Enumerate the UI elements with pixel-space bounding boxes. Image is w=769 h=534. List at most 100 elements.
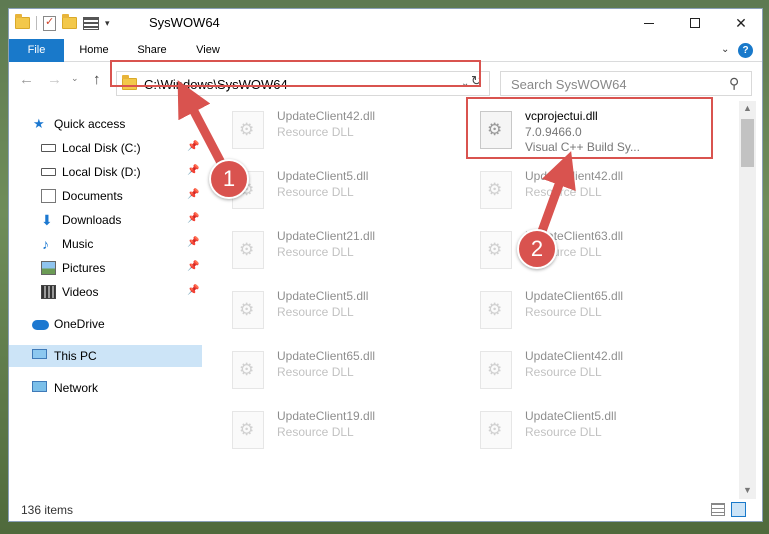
file-type: Resource DLL bbox=[277, 185, 354, 199]
sidebar-item-local-disk-d[interactable]: Local Disk (D:) 📌 bbox=[9, 161, 202, 183]
scroll-up-icon[interactable]: ▲ bbox=[743, 103, 752, 113]
file-item[interactable]: UpdateClient21.dll Resource DLL bbox=[214, 223, 454, 275]
drive-icon bbox=[41, 168, 56, 176]
search-placeholder[interactable]: Search SysWOW64 bbox=[511, 77, 627, 92]
quick-access-toolbar: ▾ bbox=[15, 14, 110, 32]
large-icons-view-icon[interactable] bbox=[731, 502, 746, 517]
pin-icon[interactable]: 📌 bbox=[187, 237, 199, 248]
tab-home[interactable]: Home bbox=[74, 39, 114, 62]
file-highlight-box bbox=[466, 97, 713, 159]
tab-share[interactable]: Share bbox=[131, 39, 173, 62]
file-type: Resource DLL bbox=[277, 125, 354, 139]
sidebar-item-label: Network bbox=[54, 381, 99, 395]
sidebar-item-this-pc[interactable]: This PC bbox=[9, 345, 202, 367]
cloud-icon bbox=[32, 320, 49, 330]
file-type: Resource DLL bbox=[525, 185, 602, 199]
sidebar-item-label: Local Disk (C:) bbox=[62, 141, 141, 155]
close-button[interactable]: ✕ bbox=[718, 9, 762, 37]
file-type: Resource DLL bbox=[525, 305, 602, 319]
forward-arrow-icon[interactable]: → bbox=[47, 71, 62, 88]
sidebar-item-downloads[interactable]: ⬇ Downloads 📌 bbox=[9, 209, 202, 231]
sidebar-item-documents[interactable]: Documents 📌 bbox=[9, 185, 202, 207]
star-icon: ★ bbox=[33, 116, 45, 131]
search-icon[interactable]: ⚲ bbox=[729, 75, 739, 92]
dll-file-icon bbox=[232, 231, 264, 269]
dll-file-icon bbox=[232, 291, 264, 329]
file-item[interactable]: UpdateClient5.dll Resource DLL bbox=[214, 163, 454, 215]
new-folder-icon[interactable] bbox=[62, 14, 77, 29]
tab-file[interactable]: File bbox=[9, 39, 64, 62]
dll-file-icon bbox=[232, 111, 264, 149]
pin-icon[interactable]: 📌 bbox=[187, 165, 199, 176]
pin-icon[interactable]: 📌 bbox=[187, 261, 199, 272]
file-type: Resource DLL bbox=[525, 425, 602, 439]
dll-file-icon bbox=[480, 231, 512, 269]
scroll-down-icon[interactable]: ▼ bbox=[743, 485, 752, 495]
pin-icon[interactable]: 📌 bbox=[187, 141, 199, 152]
file-name: UpdateClient5.dll bbox=[277, 289, 369, 303]
documents-icon bbox=[41, 189, 56, 203]
minimize-button[interactable] bbox=[626, 9, 672, 37]
maximize-button[interactable] bbox=[672, 9, 718, 37]
maximize-icon bbox=[690, 18, 700, 28]
help-icon[interactable]: ? bbox=[738, 43, 753, 58]
file-item[interactable]: UpdateClient42.dll Resource DLL bbox=[462, 163, 702, 215]
sidebar-item-local-disk-c[interactable]: Local Disk (C:) 📌 bbox=[9, 137, 202, 159]
dll-file-icon bbox=[480, 411, 512, 449]
vertical-scrollbar[interactable]: ▲ ▼ bbox=[739, 101, 756, 499]
file-item[interactable]: UpdateClient65.dll Resource DLL bbox=[462, 283, 702, 335]
pin-icon[interactable]: 📌 bbox=[187, 285, 199, 296]
recent-locations-icon[interactable]: ⌄ bbox=[71, 73, 79, 84]
file-item[interactable]: UpdateClient5.dll Resource DLL bbox=[214, 283, 454, 335]
sidebar-item-music[interactable]: ♪ Music 📌 bbox=[9, 233, 202, 255]
sidebar-item-label: Videos bbox=[62, 285, 99, 299]
file-item[interactable]: UpdateClient42.dll Resource DLL bbox=[462, 343, 702, 395]
download-icon: ⬇ bbox=[41, 212, 53, 228]
sidebar-item-network[interactable]: Network bbox=[9, 377, 202, 399]
file-item[interactable]: UpdateClient65.dll Resource DLL bbox=[214, 343, 454, 395]
sidebar-item-label: OneDrive bbox=[54, 317, 105, 331]
window-title: SysWOW64 bbox=[149, 15, 220, 30]
address-highlight-box bbox=[110, 60, 481, 87]
sidebar-item-quick-access[interactable]: ★ Quick access bbox=[9, 113, 202, 135]
file-type: Resource DLL bbox=[277, 305, 354, 319]
file-item[interactable]: UpdateClient5.dll Resource DLL bbox=[462, 403, 702, 455]
sidebar-item-label: This PC bbox=[54, 349, 97, 363]
file-name: UpdateClient65.dll bbox=[525, 289, 624, 303]
file-item[interactable]: UpdateClient19.dll Resource DLL bbox=[214, 403, 454, 455]
file-name: UpdateClient65.dll bbox=[277, 349, 376, 363]
drive-icon bbox=[41, 144, 56, 152]
file-type: Resource DLL bbox=[525, 365, 602, 379]
scrollbar-thumb[interactable] bbox=[741, 119, 754, 167]
navigation-pane: ★ Quick access Local Disk (C:) 📌 Local D… bbox=[9, 101, 205, 499]
view-layout-icon[interactable] bbox=[83, 16, 99, 30]
file-list: UpdateClient42.dll Resource DLL UpdateCl… bbox=[214, 101, 738, 499]
pin-icon[interactable]: 📌 bbox=[187, 213, 199, 224]
dll-file-icon bbox=[232, 351, 264, 389]
file-item[interactable]: UpdateClient63.dll Resource DLL bbox=[462, 223, 702, 275]
back-arrow-icon[interactable]: ← bbox=[19, 71, 34, 88]
details-view-icon[interactable] bbox=[711, 503, 725, 516]
file-name: UpdateClient42.dll bbox=[277, 109, 376, 123]
tab-view[interactable]: View bbox=[190, 39, 226, 62]
dll-file-icon bbox=[480, 351, 512, 389]
sidebar-item-label: Downloads bbox=[62, 213, 122, 227]
ribbon-tabs: File Home Share View ⌄ ? bbox=[9, 39, 762, 62]
file-name: UpdateClient42.dll bbox=[525, 169, 624, 183]
file-item[interactable]: UpdateClient42.dll Resource DLL bbox=[214, 103, 454, 155]
videos-icon bbox=[41, 285, 56, 299]
sidebar-item-onedrive[interactable]: OneDrive bbox=[9, 313, 202, 335]
properties-icon[interactable] bbox=[43, 15, 56, 31]
sidebar-item-label: Pictures bbox=[62, 261, 106, 275]
search-box[interactable]: Search SysWOW64 ⚲ bbox=[500, 71, 752, 96]
customize-toolbar-icon[interactable]: ▾ bbox=[105, 18, 110, 29]
music-icon: ♪ bbox=[42, 236, 49, 252]
sidebar-item-videos[interactable]: Videos 📌 bbox=[9, 281, 202, 303]
file-name: UpdateClient5.dll bbox=[277, 169, 369, 183]
sidebar-item-pictures[interactable]: Pictures 📌 bbox=[9, 257, 202, 279]
toolbar-divider bbox=[36, 16, 37, 30]
up-arrow-icon[interactable]: ↑ bbox=[93, 71, 101, 88]
pin-icon[interactable]: 📌 bbox=[187, 189, 199, 200]
dll-file-icon bbox=[480, 171, 512, 209]
expand-ribbon-icon[interactable]: ⌄ bbox=[721, 44, 729, 55]
